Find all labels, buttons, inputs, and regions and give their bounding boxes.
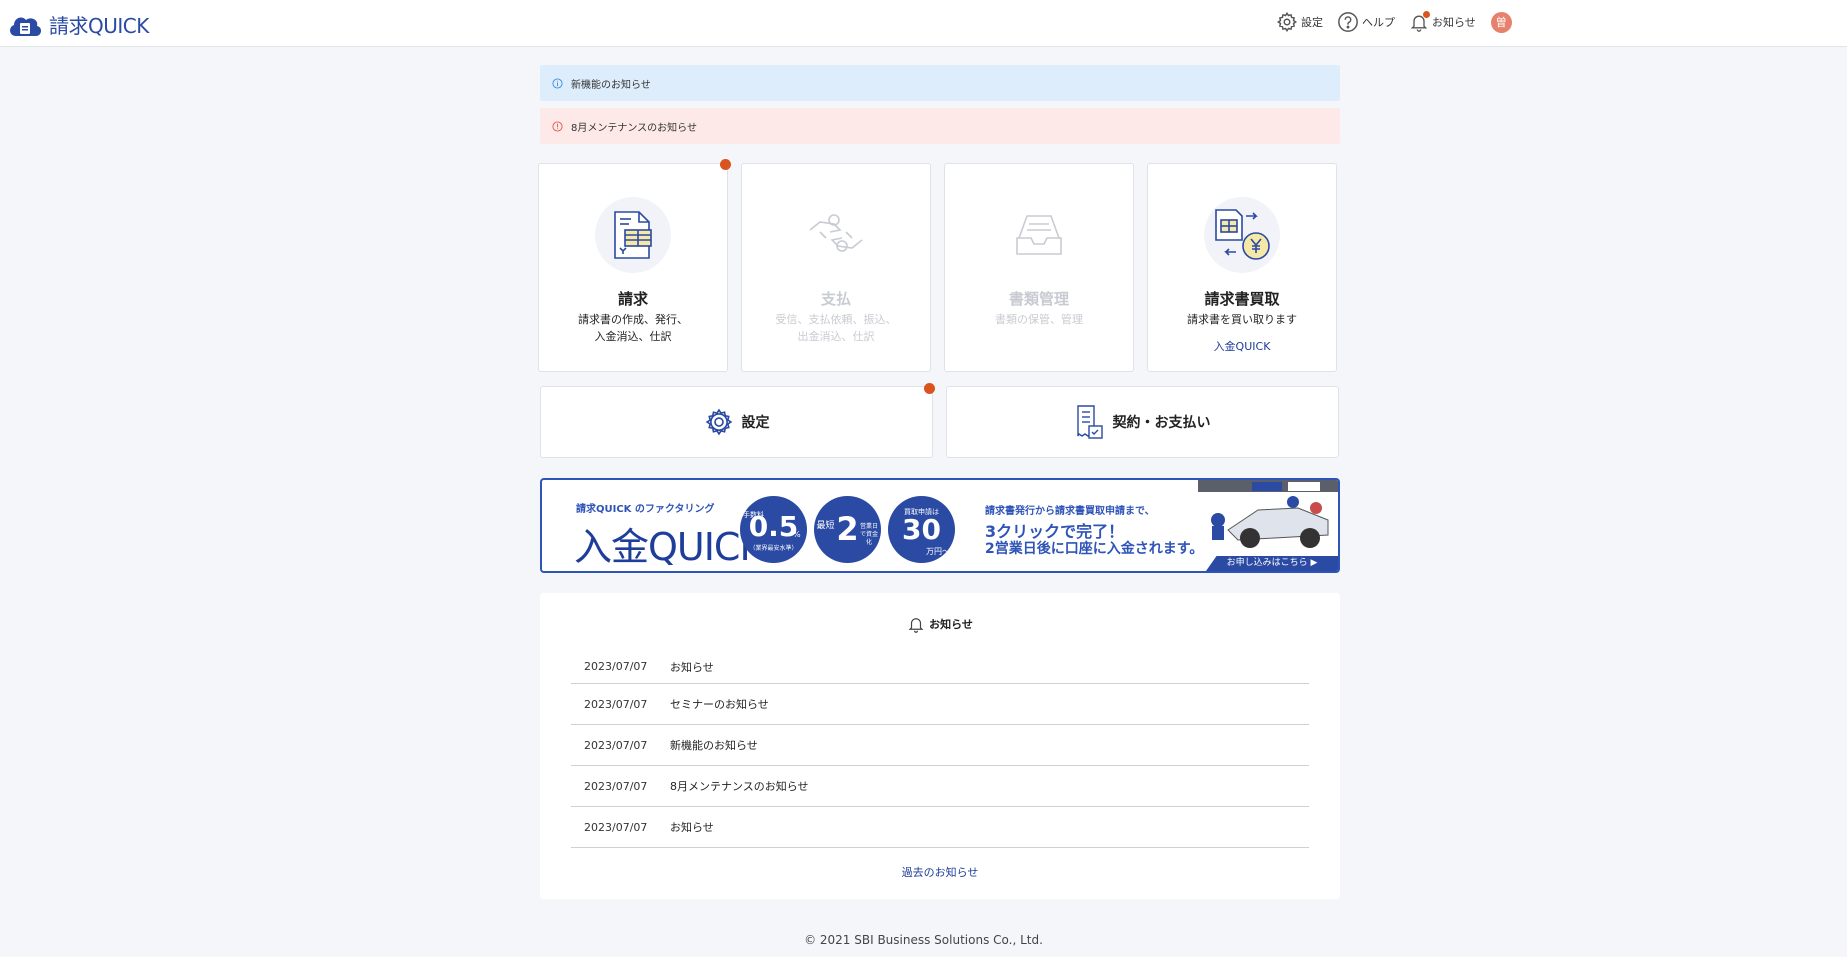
header-help-label: ヘルプ [1362, 16, 1395, 29]
card-document-management-title: 書類管理 [1008, 290, 1069, 308]
news-list: 2023/07/07 お知らせ 2023/07/07 セミナーのお知らせ 202… [571, 650, 1309, 848]
notice-maintenance[interactable]: 8月メンテナンスのお知らせ [540, 108, 1340, 144]
news-item-date: 2023/07/07 [584, 738, 648, 752]
banner-fee-note: （業界最安水準） [749, 545, 798, 552]
news-item[interactable]: 2023/07/07 お知らせ [571, 807, 1309, 848]
help-icon [1338, 12, 1358, 32]
contract-payment-button-label: 契約・お支払い [1112, 415, 1211, 431]
banner-speed-suffix: 営業日で資金化 [859, 523, 878, 546]
card-document-management: 書類管理 書類の保管、管理 [944, 163, 1134, 372]
factoring-promo-banner[interactable]: 請求QUICK のファクタリング 入金QUICK 手数料 0.5 % （業界最安… [540, 478, 1340, 573]
settings-badge-dot [924, 383, 935, 394]
info-icon [552, 77, 563, 89]
payment-hands-icon [809, 214, 863, 252]
news-item-title: セミナーのお知らせ [670, 698, 769, 711]
app-header: 請求QUICK 設定 ヘルプ お知らせ 曽 [0, 0, 1847, 47]
card-payments-icon-bg [798, 197, 874, 273]
card-payments-desc-line1: 受信、支払依頼、振込、 [775, 313, 897, 326]
news-item[interactable]: 2023/07/07 お知らせ [571, 650, 1309, 684]
card-payments-title: 支払 [820, 290, 851, 308]
header-nav: 設定 ヘルプ お知らせ 曽 [1276, 11, 1512, 33]
app-logo-text: 請求QUICK [49, 14, 149, 38]
user-avatar[interactable]: 曽 [1490, 11, 1512, 33]
card-invoicing-desc-line1: 請求書の作成、発行、 [578, 313, 688, 326]
banner-minimum-value: 30 [902, 513, 941, 546]
banner-speed-badge: 最短 2 営業日で資金化 [814, 496, 881, 563]
card-invoice-factoring-title: 請求書買取 [1204, 290, 1280, 308]
invoice-yen-exchange-icon [1215, 209, 1270, 260]
notice-new-features-text: 新機能のお知らせ [571, 79, 651, 91]
card-invoicing-desc-line2: 入金消込、仕訳 [594, 330, 672, 343]
banner-subtitle: 請求QUICK のファクタリング [576, 504, 715, 515]
card-invoice-factoring[interactable]: 請求書買取 請求書を買い取ります 入金QUICK [1147, 163, 1337, 372]
card-invoicing-badge-dot [720, 159, 731, 170]
header-settings-link[interactable]: 設定 [1276, 11, 1323, 33]
header-help-link[interactable]: ヘルプ [1337, 11, 1395, 33]
past-news-link[interactable]: 過去のお知らせ [540, 864, 1340, 880]
news-item[interactable]: 2023/07/07 8月メンテナンスのお知らせ [571, 766, 1309, 807]
news-item-title: お知らせ [670, 821, 714, 834]
card-invoice-factoring-service-link[interactable]: 入金QUICK [1148, 338, 1336, 354]
banner-minimum-badge: 買取申請は 30 万円〜 [888, 496, 955, 563]
news-item-title: 8月メンテナンスのお知らせ [670, 780, 809, 793]
news-heading: お知らせ [929, 618, 973, 631]
news-item-date: 2023/07/07 [584, 820, 648, 834]
alert-icon [552, 120, 563, 132]
banner-headline-2: 2営業日後に口座に入金されます。 [985, 541, 1204, 557]
banner-title: 入金QUICK [574, 525, 764, 569]
settings-button[interactable]: 設定 [540, 386, 933, 458]
notice-new-features[interactable]: 新機能のお知らせ [540, 65, 1340, 101]
bell-icon [908, 618, 924, 633]
news-item-title: 新機能のお知らせ [670, 739, 758, 752]
news-item-date: 2023/07/07 [584, 779, 648, 793]
banner-fee-unit: % [793, 530, 801, 539]
footer-copyright: © 2021 SBI Business Solutions Co., Ltd. [804, 933, 1043, 947]
banner-minimum-unit: 万円〜 [926, 547, 950, 556]
card-invoicing-title: 請求 [617, 290, 648, 308]
inbox-tray-icon [1016, 215, 1062, 255]
card-document-management-desc: 書類の保管、管理 [995, 313, 1083, 326]
card-invoicing-icon-bg [595, 197, 671, 273]
invoice-document-icon [614, 211, 652, 259]
cloud-document-icon [10, 17, 42, 36]
news-item-date: 2023/07/07 [584, 697, 648, 711]
card-invoicing[interactable]: 請求 請求書の作成、発行、 入金消込、仕訳 [538, 163, 728, 372]
news-item[interactable]: 2023/07/07 新機能のお知らせ [571, 725, 1309, 766]
header-notifications-label: お知らせ [1432, 16, 1476, 29]
news-panel: お知らせ 2023/07/07 お知らせ 2023/07/07 セミナーのお知ら… [540, 593, 1340, 899]
gear-icon [1276, 11, 1298, 33]
card-invoice-factoring-icon-bg [1204, 197, 1280, 273]
gear-icon [705, 408, 732, 436]
receipt-icon [1076, 405, 1103, 439]
card-document-management-icon-bg [1001, 197, 1077, 273]
app-logo[interactable]: 請求QUICK [7, 10, 149, 39]
news-item-title: お知らせ [670, 660, 714, 674]
header-notifications-link[interactable]: お知らせ [1409, 11, 1476, 33]
contract-payment-button[interactable]: 契約・お支払い [946, 386, 1339, 458]
card-payments: 支払 受信、支払依頼、振込、 出金消込、仕訳 [741, 163, 931, 372]
banner-apply-link[interactable]: お申し込みはこちら ▶ [1206, 556, 1338, 571]
settings-button-label: 設定 [741, 415, 770, 431]
news-item[interactable]: 2023/07/07 セミナーのお知らせ [571, 684, 1309, 725]
header-settings-label: 設定 [1301, 16, 1323, 29]
news-header: お知らせ [540, 614, 1340, 634]
banner-lead-text: 請求書発行から請求書買取申請まで、 [985, 506, 1155, 517]
card-payments-desc-line2: 出金消込、仕訳 [797, 330, 875, 343]
news-item-date: 2023/07/07 [584, 660, 648, 673]
notification-unread-dot [1423, 11, 1430, 18]
card-invoice-factoring-desc: 請求書を買い取ります [1187, 313, 1297, 326]
notice-maintenance-text: 8月メンテナンスのお知らせ [571, 122, 697, 134]
racing-car-illustration [1198, 480, 1338, 548]
